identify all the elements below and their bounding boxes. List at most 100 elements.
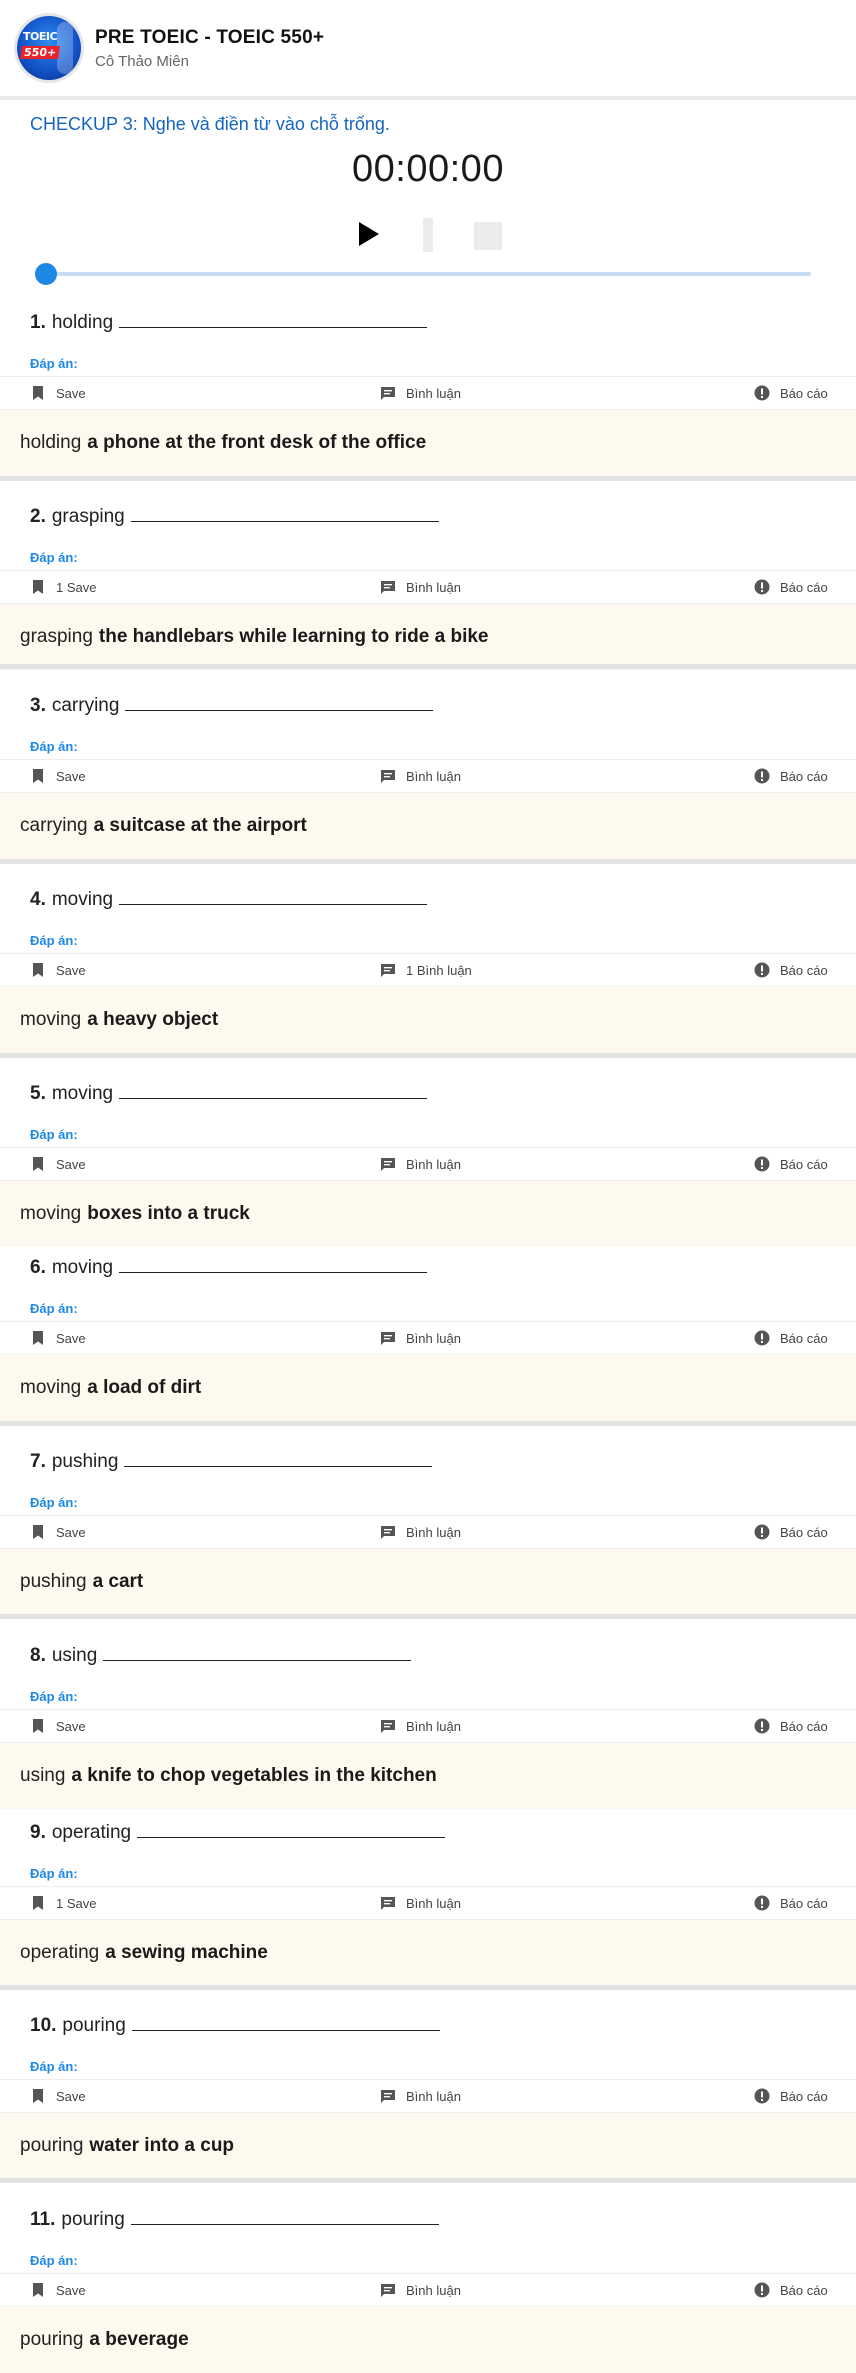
answer-prefix: grasping	[20, 626, 93, 647]
question-word: moving	[51, 1083, 114, 1104]
save-label: Save	[56, 1524, 86, 1540]
report-button[interactable]: Báo cáo	[754, 962, 828, 978]
bookmark-icon	[30, 962, 56, 978]
question-prompt: 1. holding	[30, 312, 428, 334]
audio-progress-bar[interactable]	[35, 263, 811, 285]
comment-label: Bình luận	[406, 1718, 461, 1734]
save-button[interactable]: Save	[30, 962, 86, 978]
question-word: carrying	[51, 695, 120, 716]
comment-button[interactable]: Bình luận	[380, 1524, 461, 1540]
save-button[interactable]: Save	[30, 1330, 86, 1346]
bookmark-icon	[30, 1330, 56, 1346]
report-button[interactable]: Báo cáo	[754, 768, 828, 784]
answer-label: Đáp án:	[30, 1301, 78, 1316]
comment-button[interactable]: Bình luận	[380, 1718, 461, 1734]
report-button[interactable]: Báo cáo	[754, 1156, 828, 1172]
answer-prefix: moving	[20, 1377, 82, 1398]
save-button[interactable]: Save	[30, 2088, 86, 2104]
answer-blank	[130, 521, 439, 522]
answer-box: holding a phone at the front desk of the…	[0, 410, 856, 476]
question-word: grasping	[51, 506, 125, 527]
comment-button[interactable]: Bình luận	[380, 2282, 461, 2298]
report-label: Báo cáo	[780, 2282, 828, 2298]
save-button[interactable]: 1 Save	[30, 579, 96, 595]
comment-button[interactable]: Bình luận	[380, 1330, 461, 1346]
save-label: Save	[56, 1330, 86, 1346]
comment-button[interactable]: Bình luận	[380, 1156, 461, 1172]
save-button[interactable]: Save	[30, 385, 86, 401]
alert-icon	[754, 385, 780, 401]
report-button[interactable]: Báo cáo	[754, 1330, 828, 1346]
question-number: 5.	[30, 1083, 46, 1104]
comment-button[interactable]: Bình luận	[380, 1895, 461, 1911]
save-label: Save	[56, 1718, 86, 1734]
question-actions: 1 Save Bình luận Báo cáo	[0, 1886, 856, 1920]
comment-button[interactable]: Bình luận	[380, 579, 461, 595]
comment-icon	[380, 579, 406, 595]
bookmark-icon	[30, 2282, 56, 2298]
stop-button[interactable]	[474, 222, 502, 250]
save-button[interactable]: Save	[30, 1718, 86, 1734]
answer-text: water into a cup	[89, 2135, 235, 2156]
question-actions: 1 Save Bình luận Báo cáo	[0, 570, 856, 604]
question-word: moving	[51, 889, 114, 910]
answer-label: Đáp án:	[30, 550, 78, 565]
answer-blank	[119, 1098, 428, 1099]
answer-prefix: pouring	[20, 2329, 84, 2350]
answer-box: moving a heavy object	[0, 987, 856, 1053]
save-button[interactable]: 1 Save	[30, 1895, 96, 1911]
question-word: using	[51, 1645, 98, 1666]
comment-button[interactable]: Bình luận	[380, 385, 461, 401]
bookmark-icon	[30, 768, 56, 784]
comment-button[interactable]: Bình luận	[380, 2088, 461, 2104]
answer-box: using a knife to chop vegetables in the …	[0, 1743, 856, 1809]
report-label: Báo cáo	[780, 1524, 828, 1540]
course-avatar[interactable]: TOEIC 550+	[17, 16, 81, 80]
report-button[interactable]: Báo cáo	[754, 1895, 828, 1911]
bookmark-icon	[30, 385, 56, 401]
teacher-name: Cô Thảo Miên	[95, 52, 189, 70]
report-label: Báo cáo	[780, 1330, 828, 1346]
comment-icon	[380, 1156, 406, 1172]
report-button[interactable]: Báo cáo	[754, 2088, 828, 2104]
report-button[interactable]: Báo cáo	[754, 1718, 828, 1734]
save-button[interactable]: Save	[30, 768, 86, 784]
report-button[interactable]: Báo cáo	[754, 385, 828, 401]
report-button[interactable]: Báo cáo	[754, 579, 828, 595]
question-divider	[0, 2178, 856, 2183]
comment-icon	[380, 385, 406, 401]
report-button[interactable]: Báo cáo	[754, 2282, 828, 2298]
report-button[interactable]: Báo cáo	[754, 1524, 828, 1540]
answer-label: Đáp án:	[30, 2059, 78, 2074]
question-prompt: 9. operating	[30, 1822, 446, 1844]
progress-thumb[interactable]	[35, 263, 57, 285]
save-button[interactable]: Save	[30, 1524, 86, 1540]
play-button[interactable]	[357, 220, 381, 248]
save-label: Save	[56, 1156, 86, 1172]
answer-prefix: pushing	[20, 1571, 87, 1592]
alert-icon	[754, 1156, 780, 1172]
save-button[interactable]: Save	[30, 2282, 86, 2298]
report-label: Báo cáo	[780, 1156, 828, 1172]
question-actions: Save Bình luận Báo cáo	[0, 1147, 856, 1181]
pause-button[interactable]	[423, 218, 433, 252]
question-number: 4.	[30, 889, 46, 910]
save-button[interactable]: Save	[30, 1156, 86, 1172]
answer-box: carrying a suitcase at the airport	[0, 793, 856, 859]
answer-box: grasping the handlebars while learning t…	[0, 604, 856, 670]
header-text: PRE TOEIC - TOEIC 550+ Cô Thảo Miên	[95, 27, 324, 70]
comment-icon	[380, 962, 406, 978]
question-prompt: 4. moving	[30, 889, 428, 911]
comment-button[interactable]: Bình luận	[380, 768, 461, 784]
question-number: 10.	[30, 2015, 57, 2036]
comment-label: Bình luận	[406, 1330, 461, 1346]
comment-button[interactable]: 1 Bình luận	[380, 962, 472, 978]
answer-blank	[103, 1660, 412, 1661]
answer-blank	[130, 2224, 439, 2225]
answer-text: a load of dirt	[87, 1377, 202, 1398]
answer-blank	[119, 327, 428, 328]
comment-icon	[380, 1330, 406, 1346]
avatar-logo-text: TOEIC	[23, 30, 58, 43]
question-actions: Save Bình luận Báo cáo	[0, 1515, 856, 1549]
answer-blank	[119, 1272, 428, 1273]
